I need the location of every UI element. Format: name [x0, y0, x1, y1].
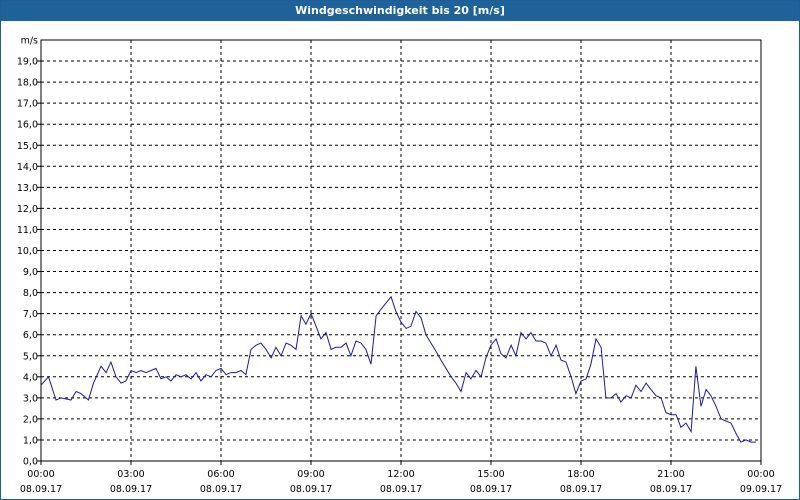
x-tick-time-label: 03:00 [117, 469, 144, 480]
y-tick-label: 14,0 [17, 162, 38, 173]
window-title: Windgeschwindigkeit bis 20 [m/s] [1, 1, 799, 21]
x-tick-time-label: 09:00 [297, 469, 324, 480]
y-tick-label: 16,0 [17, 120, 38, 131]
y-tick-label: 5,0 [23, 351, 38, 362]
chart-window: Windgeschwindigkeit bis 20 [m/s] 0,0 1,0 2… [0, 0, 800, 500]
y-tick-label: 2,0 [23, 414, 38, 425]
x-tick-time-label: 12:00 [387, 469, 414, 480]
y-tick-label: 6,0 [23, 330, 38, 341]
x-tick-time-label: 15:00 [477, 469, 504, 480]
y-tick-label: 10,0 [17, 246, 38, 257]
x-tick-date-label: 08.09.17 [200, 484, 242, 495]
y-tick-label: 0,0 [23, 457, 38, 468]
x-tick-date-label: 08.09.17 [110, 484, 152, 495]
y-tick-label: 13,0 [17, 183, 38, 194]
y-axis-unit-label: m/s [21, 36, 38, 47]
y-tick-label: 3,0 [23, 393, 38, 404]
chart: 0,0 1,0 2,0 3,0 4,0 5,0 6,0 7,0 8,0 9,0 10,0 11,0 12… [17, 36, 782, 496]
y-tick-label: 9,0 [23, 267, 38, 278]
x-tick-time-label: 06:00 [207, 469, 234, 480]
y-tick-label: 1,0 [23, 435, 38, 446]
x-tick-time-label: 00:00 [747, 469, 774, 480]
y-tick-label: 15,0 [17, 141, 38, 152]
y-tick-label: 17,0 [17, 99, 38, 110]
x-tick-time-label: 00:00 [27, 469, 54, 480]
x-tick-date-label: 08.09.17 [650, 484, 692, 495]
x-tick-time-label: 21:00 [657, 469, 684, 480]
x-tick-date-label: 08.09.17 [560, 484, 602, 495]
y-tick-label: 4,0 [23, 372, 38, 383]
x-tick-date-label: 09.09.17 [740, 484, 782, 495]
y-tick-label: 7,0 [23, 309, 38, 320]
y-tick-label: 19,0 [17, 57, 38, 68]
y-tick-label: 12,0 [17, 204, 38, 215]
x-tick-date-label: 08.09.17 [470, 484, 512, 495]
y-tick-label: 11,0 [17, 225, 38, 236]
x-tick-date-label: 08.09.17 [20, 484, 62, 495]
y-tick-label: 8,0 [23, 288, 38, 299]
x-tick-time-label: 18:00 [567, 469, 594, 480]
x-tick-date-label: 08.09.17 [290, 484, 332, 495]
y-tick-label: 18,0 [17, 78, 38, 89]
x-tick-date-label: 08.09.17 [380, 484, 422, 495]
